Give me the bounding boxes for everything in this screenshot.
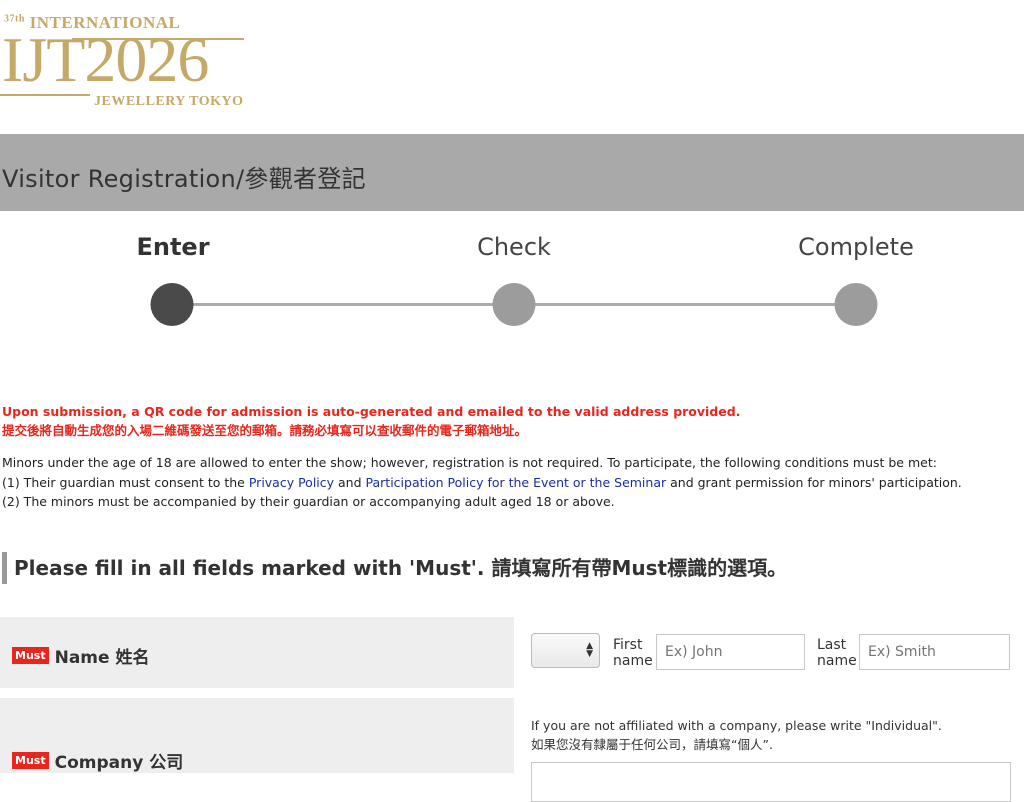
last-name-label: Last name [817,637,857,669]
first-name-input[interactable] [656,634,805,670]
select-arrows-icon: ▲ ▼ [586,641,593,659]
name-label: Must Name 姓名 [12,643,149,668]
title-select[interactable]: ▲ ▼ [531,633,600,668]
step-label-enter: Enter [136,233,210,261]
company-hint: If you are not affiliated with a company… [531,716,942,754]
last-name-input[interactable] [859,634,1010,670]
must-badge: Must [12,752,49,769]
minors-notice: Minors under the age of 18 are allowed t… [2,453,962,512]
cond1-suffix: and grant permission for minors' partici… [666,474,962,490]
minors-intro: Minors under the age of 18 are allowed t… [2,455,937,470]
qr-notice-en: Upon submission, a QR code for admission… [2,404,741,419]
logo-rule [0,94,90,96]
first-name-label-line2: name [613,653,653,669]
company-label-text: Company 公司 [54,753,184,773]
first-name-label-line1: First [613,637,643,653]
minors-condition-1: (1) Their guardian must consent to the P… [2,473,962,493]
title-bar: Visitor Registration/參觀者登記 [0,134,1024,211]
page-title: Visitor Registration/參觀者登記 [2,165,366,193]
minors-condition-2: (2) The minors must be accompanied by th… [2,494,615,509]
qr-code-notice: Upon submission, a QR code for admission… [2,402,740,440]
logo-main-text: IJT2026 [2,24,209,95]
privacy-policy-link[interactable]: Privacy Policy [249,475,334,490]
participation-policy-link[interactable]: Participation Policy for the Event or th… [366,475,667,490]
step-dot-enter [150,283,194,326]
qr-notice-zh: 提交後將自動生成您的入場二維碼發送至您的郵箱。請務必填寫可以查收郵件的電子郵箱地… [2,423,528,438]
section-heading: Please fill in all fields marked with 'M… [2,552,787,584]
company-input[interactable] [531,762,1011,802]
company-label: Must Company 公司 [12,748,183,773]
must-badge: Must [12,647,49,664]
first-name-label: First name [613,637,653,669]
company-row-label-cell: Must Company 公司 [0,698,514,773]
step-label-complete: Complete [798,233,914,261]
step-dot-complete [834,283,878,326]
last-name-label-line2: name [817,653,857,669]
cond1-prefix: (1) Their guardian must consent to the [2,474,249,490]
cond1-and: and [334,474,366,490]
ijt-logo[interactable]: 37th INTERNATIONAL IJT2026 JEWELLERY TOK… [0,10,260,115]
step-dot-check [492,283,536,326]
last-name-label-line1: Last [817,637,847,653]
logo-bottom-text: JEWELLERY TOKYO [94,94,244,109]
company-hint-zh: 如果您沒有隸屬于任何公司，請填寫“個人”. [531,737,773,752]
name-label-text: Name 姓名 [54,648,150,668]
name-row-label-cell: Must Name 姓名 [0,617,514,688]
company-hint-en: If you are not affiliated with a company… [531,718,942,733]
step-label-check: Check [477,233,551,261]
